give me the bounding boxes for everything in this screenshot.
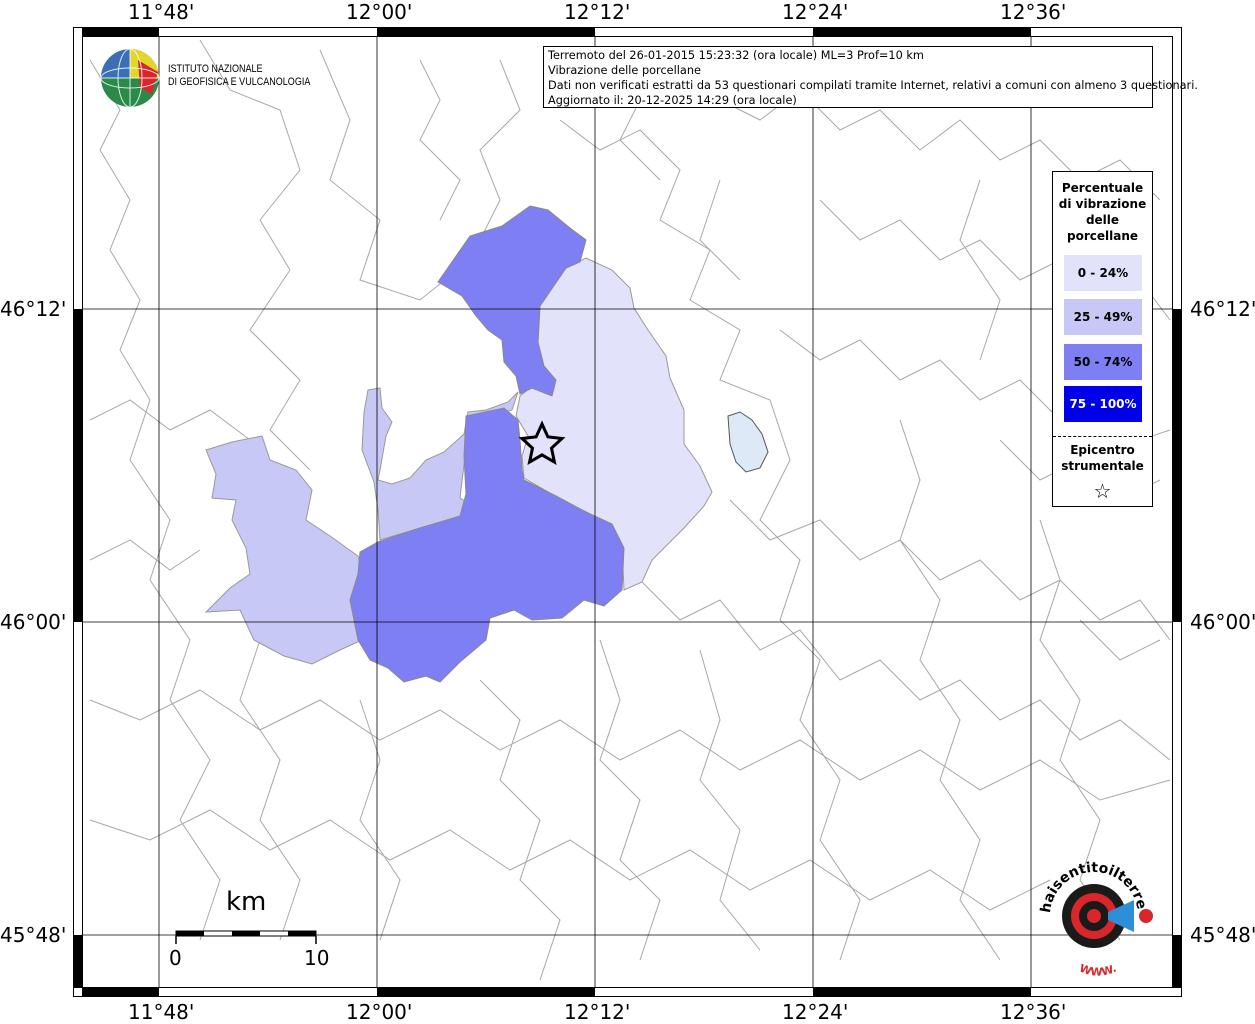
bottom-label-4: 12°24': [782, 1000, 849, 1024]
right-label-3: 45°48': [1190, 923, 1255, 947]
institute-name: ISTITUTO NAZIONALE DI GEOFISICA E VULCAN…: [168, 63, 310, 89]
left-label-1: 46°12': [0, 297, 67, 321]
bottom-label-3: 12°12': [564, 1000, 631, 1024]
legend-class-75-100: 75 - 100%: [1064, 386, 1142, 422]
legend-epicenter-label: Epicentro strumentale: [1053, 442, 1152, 474]
legend-title-line: porcellane: [1066, 229, 1138, 243]
bottom-label-5: 12°36': [1000, 1000, 1067, 1024]
legend-title: Percentuale di vibrazione delle porcella…: [1053, 180, 1152, 244]
top-label-3: 12°12': [564, 0, 631, 24]
legend-epicenter-line: Epicentro: [1070, 443, 1135, 457]
legend-title-line: di vibrazione: [1058, 197, 1147, 211]
top-label-1: 11°48': [128, 0, 195, 24]
institute-line-1: ISTITUTO NAZIONALE: [168, 63, 263, 75]
left-label-2: 46°00': [0, 610, 67, 634]
left-label-3: 45°48': [0, 923, 67, 947]
legend-class-0-24: 0 - 24%: [1064, 255, 1142, 291]
data-note: Dati non verificati estratti da 53 quest…: [548, 79, 1198, 92]
top-label-4: 12°24': [782, 0, 849, 24]
legend: Percentuale di vibrazione delle porcella…: [1052, 171, 1153, 507]
scale-end: 10: [304, 946, 330, 970]
ingv-logo-icon: [100, 48, 160, 108]
legend-star-icon: ☆: [1093, 479, 1112, 503]
legend-epicenter-line: strumentale: [1061, 459, 1144, 473]
top-label-2: 12°00': [346, 0, 413, 24]
legend-class-50-74: 50 - 74%: [1064, 344, 1142, 380]
legend-title-line: delle: [1085, 213, 1120, 227]
map-subject: Vibrazione delle porcellane: [548, 64, 701, 77]
legend-class-25-49: 25 - 49%: [1064, 299, 1142, 335]
bottom-label-2: 12°00': [346, 1000, 413, 1024]
legend-title-line: Percentuale: [1061, 181, 1144, 195]
institute-line-2: DI GEOFISICA E VULCANOLOGIA: [168, 76, 311, 88]
bottom-label-1: 11°48': [128, 1000, 195, 1024]
legend-divider: [1053, 436, 1152, 437]
right-label-2: 46°00': [1190, 610, 1255, 634]
intensity-map: haisentitoilterremoto.it WWW.: [0, 0, 1182, 997]
scale-start: 0: [169, 946, 182, 970]
scale-unit: km: [226, 887, 267, 917]
top-label-5: 12°36': [1000, 0, 1067, 24]
event-title: Terremoto del 26-01-2015 15:23:32 (ora l…: [548, 49, 924, 62]
update-time: Aggiornato il: 20-12-2025 14:29 (ora loc…: [548, 94, 797, 107]
event-info-box: Terremoto del 26-01-2015 15:23:32 (ora l…: [543, 46, 1198, 108]
right-label-1: 46°12': [1190, 297, 1255, 321]
